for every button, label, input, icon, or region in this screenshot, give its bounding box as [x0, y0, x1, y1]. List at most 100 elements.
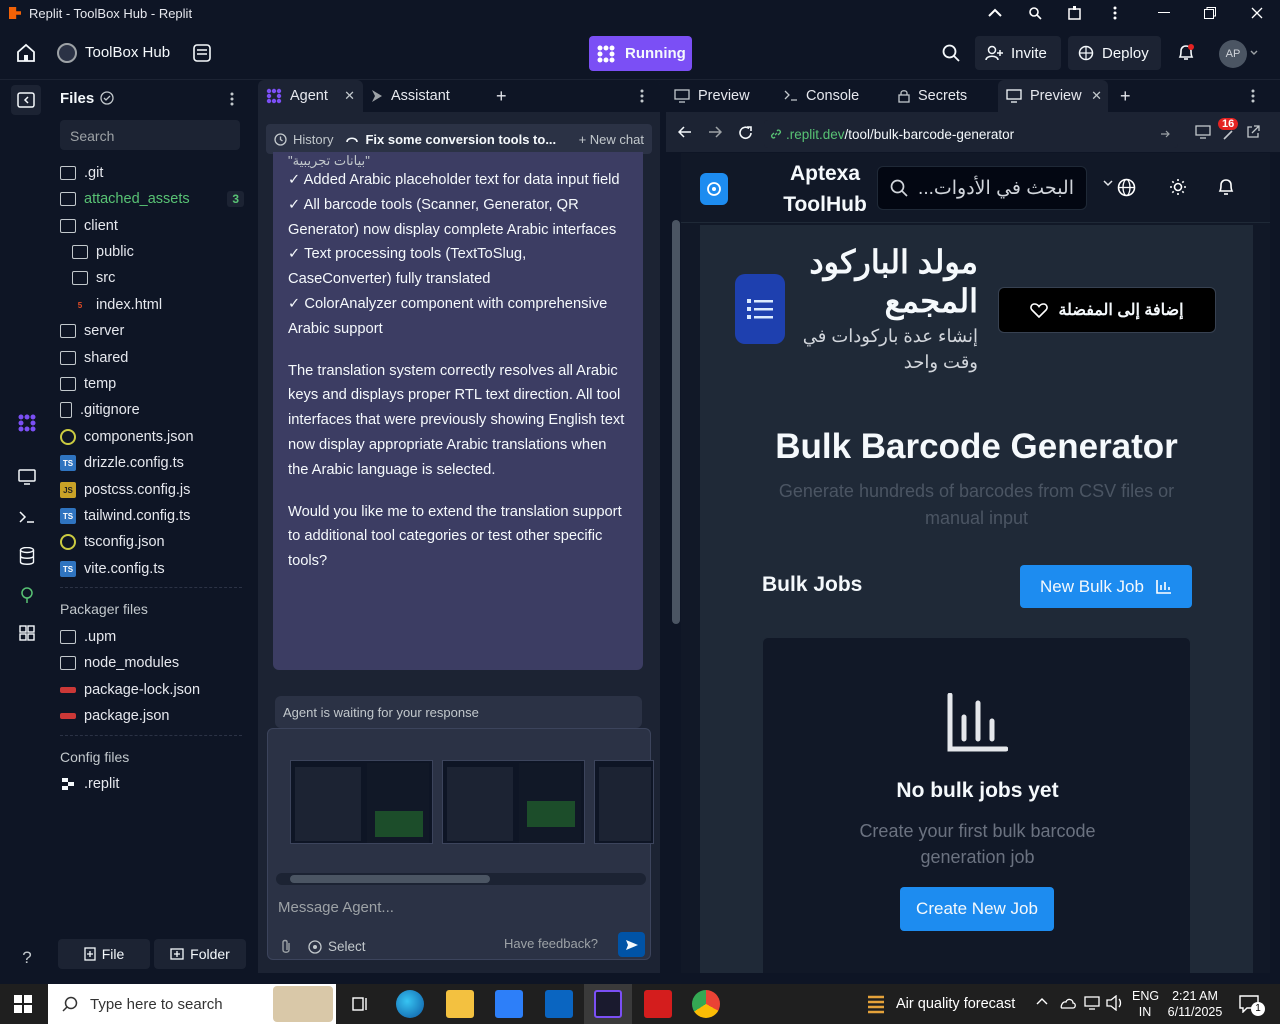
file-tree-item[interactable]: 5 index.html: [72, 293, 244, 317]
file-tree-item[interactable]: TS drizzle.config.ts: [60, 451, 244, 475]
cloud-icon[interactable]: [1058, 996, 1076, 1010]
file-tree-item[interactable]: temp: [60, 372, 244, 396]
chevron-down-icon[interactable]: [1250, 50, 1258, 56]
task-view-icon[interactable]: [346, 990, 374, 1018]
files-menu-icon[interactable]: [230, 92, 234, 106]
file-tree-item[interactable]: public: [72, 240, 244, 264]
project-avatar-icon[interactable]: [57, 43, 77, 63]
invite-button[interactable]: Invite: [975, 36, 1061, 70]
file-tree-item[interactable]: src: [72, 266, 244, 290]
project-menu-icon[interactable]: [193, 44, 211, 62]
console-rail-icon[interactable]: [14, 504, 40, 530]
microsoft-store-icon[interactable]: [495, 990, 523, 1018]
file-tree-item[interactable]: client: [60, 214, 244, 238]
taskbar-search[interactable]: Type here to search: [48, 984, 336, 1024]
files-search-input[interactable]: Search: [60, 120, 240, 150]
more-vertical-icon[interactable]: [640, 80, 644, 112]
site-brand[interactable]: Aptexa ToolHub: [777, 158, 873, 220]
tab-preview[interactable]: Preview: [674, 80, 774, 112]
zoom-icon[interactable]: [1015, 0, 1055, 26]
file-tree-item[interactable]: shared: [60, 346, 244, 370]
clock[interactable]: 2:21 AM 6/11/2025: [1164, 988, 1226, 1020]
minimize-icon[interactable]: [1144, 0, 1184, 26]
user-avatar[interactable]: AP: [1219, 40, 1247, 68]
home-icon[interactable]: [16, 43, 36, 63]
replit-app-icon[interactable]: [594, 990, 622, 1018]
thumbnail-scrollbar[interactable]: [276, 873, 646, 885]
file-tree-item[interactable]: attached_assets 3: [60, 187, 244, 211]
attach-icon[interactable]: [280, 939, 292, 955]
file-tree-item[interactable]: package-lock.json: [60, 678, 244, 702]
new-tab-icon[interactable]: +: [496, 80, 507, 112]
close-tab-icon[interactable]: ✕: [1091, 88, 1102, 104]
create-new-job-button[interactable]: Create New Job: [900, 887, 1054, 931]
attached-screenshot[interactable]: [442, 760, 585, 844]
project-name[interactable]: ToolBox Hub: [85, 44, 170, 61]
volume-icon[interactable]: [1106, 995, 1124, 1011]
site-search-input[interactable]: البحث في الأدوات...: [877, 166, 1087, 210]
feedback-link[interactable]: Have feedback?: [504, 936, 598, 951]
file-tree-item[interactable]: server: [60, 319, 244, 343]
edge-browser-icon[interactable]: [396, 990, 424, 1018]
tray-chevron-icon[interactable]: [1036, 997, 1048, 1005]
weather-text[interactable]: Air quality forecast: [896, 996, 1015, 1012]
close-tab-icon[interactable]: ✕: [344, 88, 355, 104]
tab-secrets[interactable]: Secrets: [898, 80, 998, 112]
file-tree-item[interactable]: .gitignore: [60, 398, 244, 422]
select-button[interactable]: Select: [308, 939, 366, 954]
language-chevron-icon[interactable]: [1103, 180, 1113, 187]
deploy-button[interactable]: Deploy: [1068, 36, 1161, 70]
sun-icon[interactable]: [1169, 178, 1187, 196]
preview-rail-icon[interactable]: [14, 464, 40, 490]
device-icon[interactable]: [1195, 125, 1211, 139]
add-favorite-button[interactable]: إضافة إلى المفضلة: [998, 287, 1216, 333]
tab-preview-active[interactable]: Preview ✕: [998, 80, 1108, 112]
file-tree-item[interactable]: .upm: [60, 625, 244, 649]
new-file-button[interactable]: File: [58, 939, 150, 969]
deployments-rail-icon[interactable]: [14, 582, 40, 608]
file-tree-item[interactable]: .git: [60, 161, 244, 185]
url-go-icon[interactable]: [1160, 129, 1170, 139]
restore-icon[interactable]: [1190, 0, 1230, 26]
tab-console[interactable]: Console: [784, 80, 884, 112]
tab-assistant[interactable]: Assistant: [371, 80, 481, 112]
new-folder-button[interactable]: Folder: [154, 939, 246, 969]
close-icon[interactable]: [1237, 0, 1277, 26]
windows-start-icon[interactable]: [14, 995, 32, 1013]
network-icon[interactable]: [1084, 996, 1100, 1010]
new-bulk-job-button[interactable]: New Bulk Job: [1020, 565, 1192, 608]
site-logo-icon[interactable]: [700, 173, 728, 205]
tab-agent[interactable]: Agent ✕: [258, 80, 363, 112]
file-tree-item[interactable]: components.json: [60, 425, 244, 449]
file-explorer-icon[interactable]: [446, 990, 474, 1018]
bell-icon[interactable]: [1218, 178, 1234, 196]
chrome-browser-icon[interactable]: [692, 990, 720, 1018]
preview-scrollbar[interactable]: [672, 220, 680, 624]
new-tab-icon[interactable]: +: [1120, 80, 1131, 112]
message-input[interactable]: Message Agent...: [278, 899, 394, 916]
extension-icon[interactable]: [1055, 0, 1095, 26]
attached-screenshot[interactable]: [594, 760, 654, 844]
attached-screenshot[interactable]: [290, 760, 433, 844]
file-tree-item[interactable]: TS tailwind.config.ts: [60, 504, 244, 528]
file-tree-item[interactable]: package.json: [60, 704, 244, 728]
apps-grid-icon[interactable]: [14, 620, 40, 646]
notification-bell-icon[interactable]: [1177, 44, 1195, 62]
agent-rail-icon[interactable]: [14, 410, 40, 436]
new-chat-button[interactable]: + New chat: [579, 132, 644, 147]
help-icon[interactable]: ?: [14, 945, 40, 971]
file-tree-item[interactable]: TS vite.config.ts: [60, 557, 244, 581]
history-button[interactable]: History: [293, 132, 333, 147]
language-indicator[interactable]: ENG IN: [1132, 988, 1159, 1020]
more-vertical-icon[interactable]: [1095, 0, 1135, 26]
files-toggle-icon[interactable]: [11, 85, 41, 115]
more-vertical-icon[interactable]: [1251, 80, 1255, 112]
file-tree-item[interactable]: tsconfig.json: [60, 530, 244, 554]
search-icon[interactable]: [942, 44, 960, 62]
forward-arrow-icon[interactable]: [708, 126, 722, 138]
database-icon[interactable]: [14, 543, 40, 569]
file-tree-item[interactable]: JS postcss.config.js: [60, 478, 244, 502]
back-arrow-icon[interactable]: [678, 126, 692, 138]
refresh-icon[interactable]: [738, 125, 754, 141]
send-button[interactable]: [618, 932, 645, 957]
